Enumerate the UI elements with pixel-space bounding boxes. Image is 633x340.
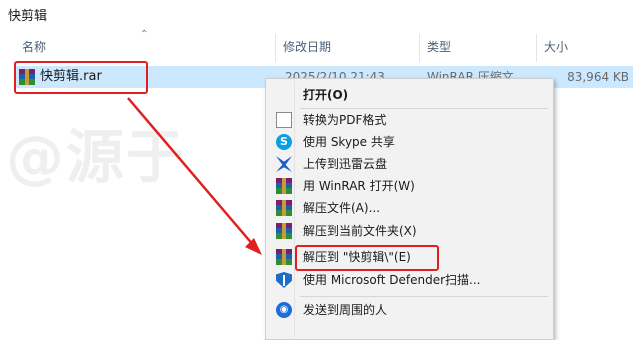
watermark: @源于 bbox=[6, 123, 187, 191]
menu-item-open[interactable]: 打开(O) bbox=[268, 84, 551, 106]
file-annotation-box bbox=[14, 61, 148, 94]
menu-item-xunlei-upload[interactable]: 上传到迅雷云盘 bbox=[268, 153, 551, 175]
column-header-type[interactable]: 类型 bbox=[427, 32, 451, 62]
xunlei-icon bbox=[276, 156, 292, 172]
column-divider[interactable] bbox=[419, 34, 420, 62]
menu-item-label: 解压到当前文件夹(X) bbox=[303, 224, 417, 238]
menu-item-convert-pdf[interactable]: 转换为PDF格式 bbox=[268, 109, 551, 131]
menu-item-label: 上传到迅雷云盘 bbox=[303, 157, 388, 171]
column-header-name[interactable]: 名称 bbox=[22, 32, 46, 62]
column-header-modified[interactable]: 修改日期 bbox=[283, 32, 331, 62]
sort-chevron-icon: ⌃ bbox=[140, 29, 149, 40]
column-header-row: ⌃ 名称 修改日期 类型 大小 bbox=[0, 29, 633, 62]
menu-item-label: 使用 Microsoft Defender扫描... bbox=[303, 273, 481, 287]
column-divider[interactable] bbox=[275, 34, 276, 62]
menu-item-label: 解压文件(A)... bbox=[303, 201, 381, 215]
menu-item-nearby-share[interactable]: ◉ 发送到周围的人 bbox=[268, 299, 551, 321]
file-size: 83,964 KB bbox=[567, 70, 629, 84]
menu-item-extract-here[interactable]: 解压到当前文件夹(X) bbox=[268, 220, 551, 242]
menu-separator bbox=[300, 296, 548, 297]
skype-icon: S bbox=[276, 134, 292, 150]
menu-item-skype-share[interactable]: S 使用 Skype 共享 bbox=[268, 131, 551, 153]
menu-item-label: 转换为PDF格式 bbox=[303, 113, 387, 127]
winrar-icon bbox=[276, 200, 292, 216]
menu-item-label: 用 WinRAR 打开(W) bbox=[303, 179, 415, 193]
window-title: 快剪辑 bbox=[8, 9, 48, 24]
defender-shield-icon bbox=[276, 272, 292, 288]
document-icon bbox=[276, 112, 292, 128]
column-header-size[interactable]: 大小 bbox=[544, 32, 568, 62]
column-divider[interactable] bbox=[536, 34, 537, 62]
menu-item-label: 发送到周围的人 bbox=[303, 303, 388, 317]
title-bar: 快剪辑 bbox=[0, 0, 633, 30]
winrar-icon bbox=[276, 178, 292, 194]
nearby-share-icon: ◉ bbox=[276, 302, 292, 318]
winrar-icon bbox=[276, 223, 292, 239]
menu-item-defender-scan[interactable]: 使用 Microsoft Defender扫描... bbox=[268, 269, 551, 291]
menu-item-label: 打开(O) bbox=[303, 88, 349, 102]
winrar-icon bbox=[276, 249, 292, 265]
menu-item-extract-files[interactable]: 解压文件(A)... bbox=[268, 197, 551, 219]
menu-item-open-winrar[interactable]: 用 WinRAR 打开(W) bbox=[268, 175, 551, 197]
menu-item-label: 使用 Skype 共享 bbox=[303, 135, 395, 149]
context-menu: 打开(O) 转换为PDF格式 S 使用 Skype 共享 上传到迅雷云盘 用 W… bbox=[265, 78, 554, 340]
extract-annotation-box bbox=[295, 245, 439, 271]
